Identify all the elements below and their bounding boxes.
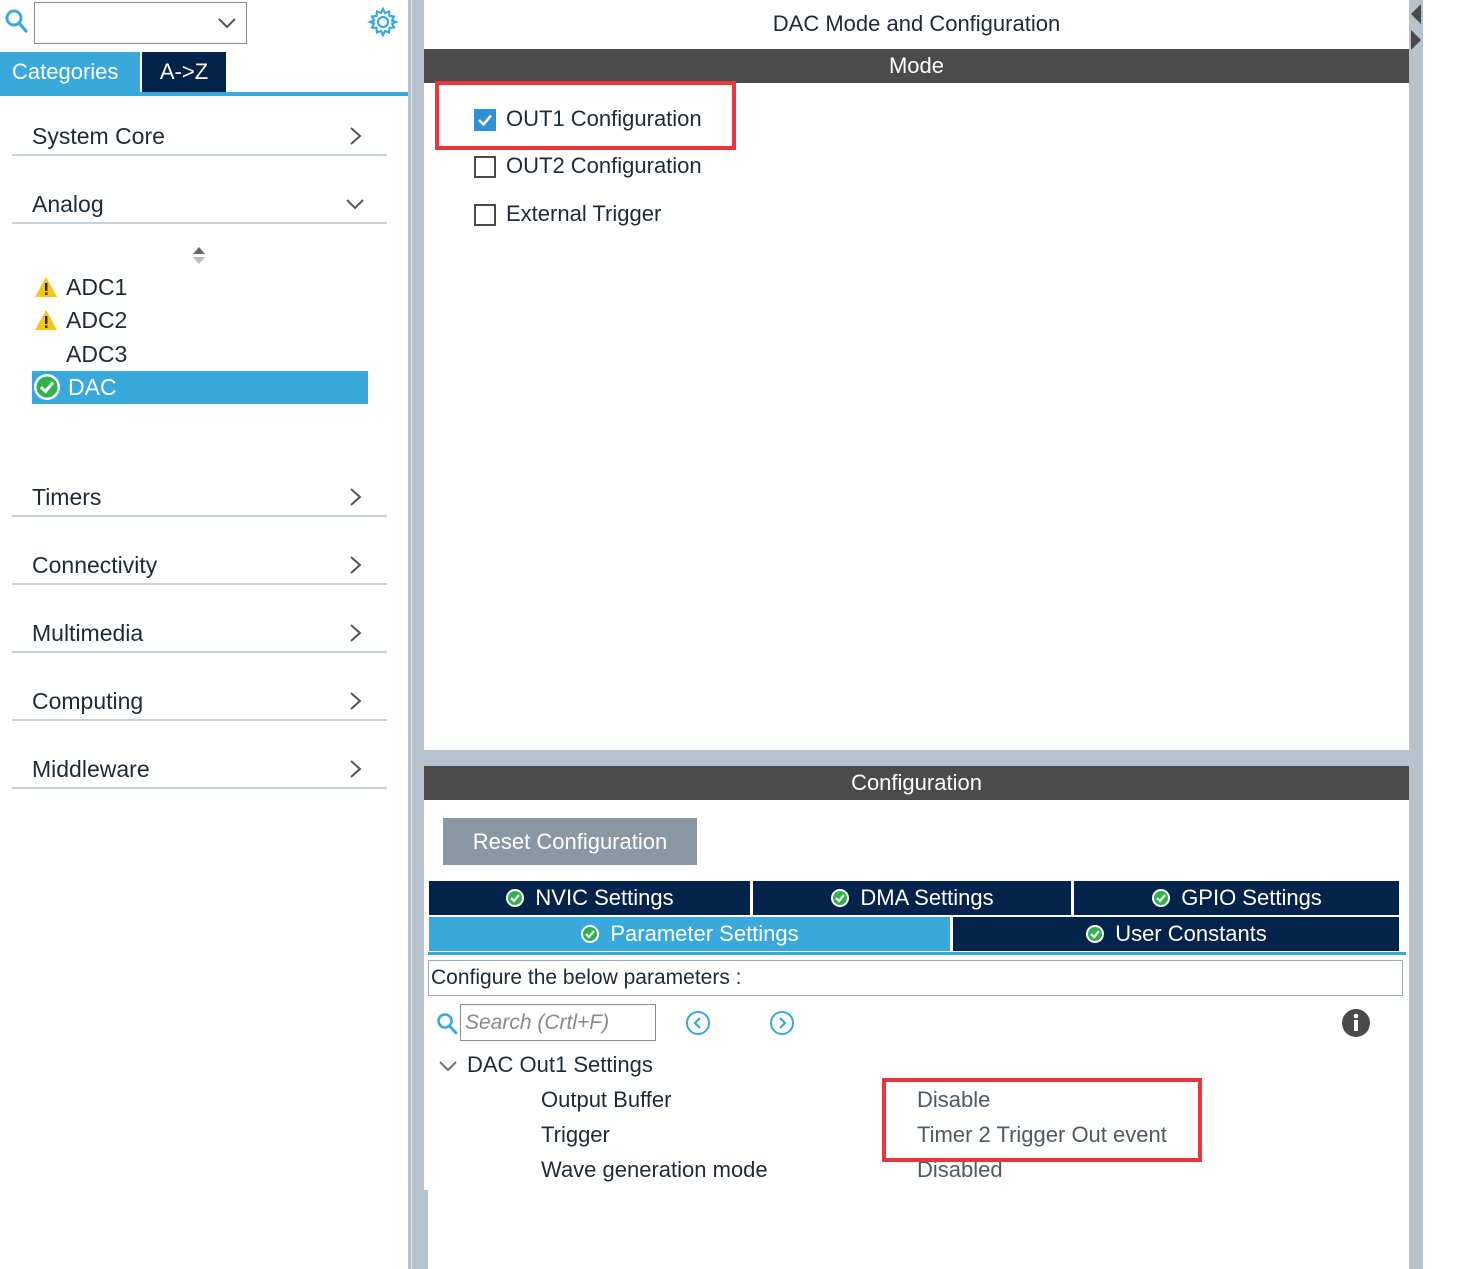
check-circle-icon <box>506 889 525 907</box>
search-icon[interactable] <box>4 8 28 34</box>
checkbox-label: OUT2 Configuration <box>506 153 702 178</box>
tab-label: User Constants <box>1115 921 1267 946</box>
peripheral-adc1[interactable]: ADC1 <box>32 271 368 304</box>
check-circle-icon <box>581 925 600 943</box>
tab-label: DMA Settings <box>860 885 994 910</box>
category-analog[interactable]: Analog <box>12 184 387 224</box>
panel-splitter[interactable] <box>408 0 424 1269</box>
right-panel-edge[interactable] <box>1409 0 1423 1269</box>
category-tabbar: Categories A->Z <box>0 52 408 96</box>
category-label: Timers <box>32 484 102 510</box>
tab-parameter-settings[interactable]: Parameter Settings <box>429 917 950 951</box>
category-label: Computing <box>32 688 144 714</box>
tab-gpio-settings[interactable]: GPIO Settings <box>1074 881 1399 915</box>
search-combobox[interactable] <box>34 2 247 44</box>
chevron-right-icon <box>350 624 362 642</box>
page-title: DAC Mode and Configuration <box>772 11 1061 36</box>
peripheral-adc2[interactable]: ADC2 <box>32 304 368 337</box>
parameters-description: Configure the below parameters : <box>428 960 1403 996</box>
tab-categories[interactable]: Categories <box>0 52 140 92</box>
chevron-right-icon <box>350 488 362 506</box>
panel-edge <box>424 1190 428 1269</box>
configuration-header: Configuration <box>424 766 1409 800</box>
highlight-box-params <box>882 1078 1202 1162</box>
peripheral-adc3[interactable]: ADC3 <box>32 338 368 371</box>
checkbox-unchecked[interactable] <box>474 156 496 178</box>
highlight-box-out1 <box>435 81 736 150</box>
peripheral-label: DAC <box>68 374 117 400</box>
category-label: Middleware <box>32 756 150 782</box>
chevron-right-icon <box>350 692 362 710</box>
gear-icon[interactable] <box>367 6 399 38</box>
chevron-right-icon <box>350 556 362 574</box>
chevron-down-icon[interactable] <box>438 1056 458 1076</box>
tab-label: NVIC Settings <box>535 885 674 910</box>
mode-header: Mode <box>424 49 1409 83</box>
peripheral-label: ADC3 <box>66 341 128 367</box>
checkbox-label: External Trigger <box>506 201 662 226</box>
main-panel: DAC Mode and Configuration Mode OUT1 Con… <box>424 0 1409 1269</box>
chevron-right-icon <box>350 127 362 145</box>
checkbox-unchecked[interactable] <box>474 204 496 226</box>
reset-configuration-button[interactable]: Reset Configuration <box>443 818 697 865</box>
check-circle-icon <box>1086 925 1105 943</box>
check-circle-icon <box>831 889 850 907</box>
tab-dma-settings[interactable]: DMA Settings <box>753 881 1071 915</box>
sidebar: Categories A->Z System Core Analog ADC1 … <box>0 0 408 1269</box>
chevron-right-icon <box>350 760 362 778</box>
category-multimedia[interactable]: Multimedia <box>12 613 387 653</box>
expand-arrow-icon[interactable] <box>1409 28 1423 52</box>
previous-result-icon[interactable] <box>685 1010 711 1036</box>
param-wave-generation-mode[interactable]: Wave generation mode <box>541 1153 768 1187</box>
peripheral-label: ADC1 <box>66 274 128 300</box>
search-icon <box>437 1013 458 1035</box>
category-timers[interactable]: Timers <box>12 477 387 517</box>
param-output-buffer[interactable]: Output Buffer <box>541 1083 671 1117</box>
category-label: Multimedia <box>32 620 144 646</box>
chevron-down-icon[interactable] <box>216 13 238 33</box>
tab-user-constants[interactable]: User Constants <box>953 917 1399 951</box>
category-connectivity[interactable]: Connectivity <box>12 545 387 585</box>
param-trigger[interactable]: Trigger <box>541 1118 610 1152</box>
category-label: Analog <box>32 191 104 217</box>
tab-label: Parameter Settings <box>610 921 799 946</box>
group-dac-out1-settings[interactable]: DAC Out1 Settings <box>467 1048 653 1082</box>
category-label: Connectivity <box>32 552 158 578</box>
check-circle-icon <box>1152 889 1171 907</box>
tab-underline <box>428 952 1406 955</box>
category-middleware[interactable]: Middleware <box>12 749 387 789</box>
chevron-down-icon <box>346 199 364 210</box>
warning-icon <box>35 310 57 330</box>
tab-label: GPIO Settings <box>1181 885 1322 910</box>
info-icon[interactable] <box>1341 1008 1371 1038</box>
check-circle-icon <box>34 374 60 400</box>
tab-nvic-settings[interactable]: NVIC Settings <box>429 881 750 915</box>
peripheral-label: ADC2 <box>66 307 128 333</box>
section-divider[interactable] <box>424 750 1409 766</box>
parameter-search-input[interactable]: Search (Crtl+F) <box>460 1004 656 1041</box>
category-label: System Core <box>32 123 165 149</box>
warning-icon <box>35 277 57 297</box>
category-system-core[interactable]: System Core <box>12 116 387 156</box>
tab-a-to-z[interactable]: A->Z <box>142 52 226 92</box>
sort-arrows-icon[interactable] <box>190 246 208 266</box>
category-computing[interactable]: Computing <box>12 681 387 721</box>
peripheral-dac[interactable]: DAC <box>32 371 368 404</box>
next-result-icon[interactable] <box>769 1010 795 1036</box>
collapse-arrow-icon[interactable] <box>1409 2 1423 26</box>
